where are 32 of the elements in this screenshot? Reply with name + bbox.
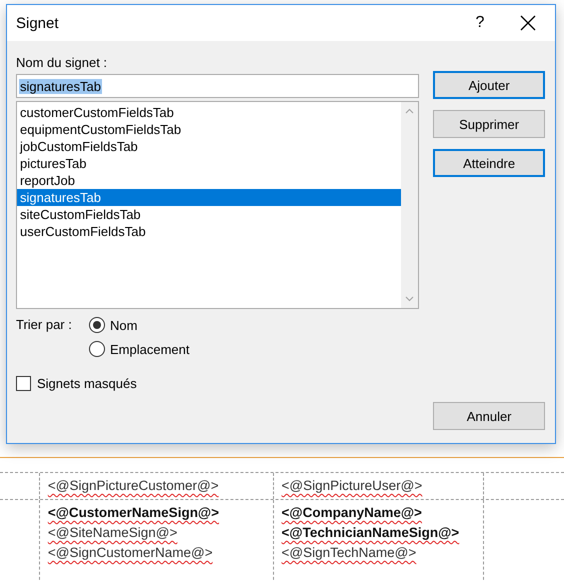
bookmark-item[interactable]: siteCustomFieldsTab	[17, 206, 402, 223]
bookmark-name-label: Nom du signet :	[16, 55, 108, 70]
bookmark-item[interactable]: reportJob	[17, 172, 402, 189]
dialog-button[interactable]: Ajouter	[433, 71, 545, 99]
merge-field-text: <@SignCustomerName@>	[48, 544, 214, 562]
sort-radio-button[interactable]: Emplacement	[89, 341, 190, 357]
window-title: Signet	[15, 14, 60, 32]
dialog-button[interactable]: Atteindre	[433, 149, 545, 177]
bookmark-name-field[interactable]: signaturesTab	[16, 74, 420, 98]
bookmark-item[interactable]: equipmentCustomFieldsTab	[17, 121, 402, 138]
bookmark-item[interactable]: jobCustomFieldsTab	[17, 138, 402, 155]
dialog-button[interactable]: Supprimer	[433, 110, 545, 138]
merge-field-text: <@CustomerNameSign@>	[48, 504, 220, 522]
merge-field-text: <@SiteNameSign@>	[48, 524, 178, 542]
merge-field-text: <@SignPictureCustomer@>	[48, 477, 220, 495]
merge-field-text: <@TechnicianNameSign@>	[282, 524, 460, 542]
bookmark-item[interactable]: customerCustomFieldsTab	[17, 104, 402, 121]
scroll-up-icon	[405, 108, 414, 114]
close-icon	[520, 15, 536, 31]
sort-by-label: Trier par :	[16, 317, 73, 334]
bookmark-item[interactable]: userCustomFieldsTab	[17, 223, 402, 240]
help-button[interactable]: ?	[457, 5, 503, 41]
hidden-bookmarks-checkbox[interactable]: Signets masqués	[16, 376, 420, 391]
merge-field-text: <@SignTechName@>	[282, 544, 418, 562]
cancel-button[interactable]: Annuler	[433, 402, 545, 430]
merge-field-text: <@CompanyName@>	[282, 504, 423, 522]
scrollbar[interactable]	[401, 102, 418, 308]
merge-field-text: <@SignPictureUser@>	[282, 477, 424, 495]
scroll-down-icon	[405, 296, 414, 302]
bookmark-item[interactable]: signaturesTab	[17, 189, 402, 206]
bookmark-item[interactable]: picturesTab	[17, 155, 402, 172]
sort-radio-button[interactable]: Nom	[89, 317, 190, 333]
